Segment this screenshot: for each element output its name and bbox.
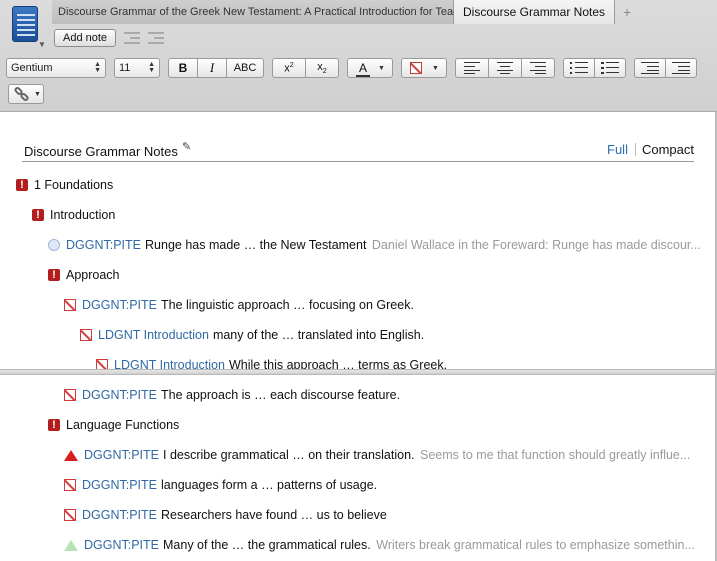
note-preview: Seems to me that function should greatly… <box>420 448 691 462</box>
list-item[interactable]: Approach <box>48 266 120 284</box>
add-note-button[interactable]: Add note <box>54 29 117 47</box>
font-color-icon: A <box>356 61 370 77</box>
note-actions: Add note <box>54 28 165 48</box>
align-right-icon <box>530 62 546 74</box>
list-item[interactable]: LDGNT Introduction many of the … translat… <box>80 326 424 344</box>
reference-link[interactable]: LDGNT Introduction <box>98 328 209 342</box>
align-left-icon <box>464 62 480 74</box>
font-color-button[interactable]: A ▼ <box>347 58 393 78</box>
view-toggle: Full Compact <box>607 142 694 157</box>
chevron-down-icon: ▼ <box>34 90 41 98</box>
no-entry-icon <box>96 359 108 369</box>
exclamation-icon <box>48 416 60 434</box>
list-item[interactable]: DGGNT:PITE I describe grammatical … on th… <box>64 446 690 464</box>
triangle-icon <box>64 540 78 551</box>
numbered-list-button[interactable] <box>594 58 626 78</box>
stepper-icon: ▲ ▼ <box>94 61 101 74</box>
no-entry-icon <box>64 389 76 401</box>
reference-link[interactable]: DGGNT:PITE <box>82 478 157 492</box>
exclamation-icon <box>48 266 60 284</box>
no-entry-icon <box>64 509 76 521</box>
font-size-select[interactable]: 11 ▲ ▼ <box>114 58 160 78</box>
tab-discourse-grammar-book[interactable]: Discourse Grammar of the Greek New Testa… <box>52 0 549 24</box>
note-preview: Daniel Wallace in the Foreward: Runge ha… <box>371 238 701 252</box>
chevron-down-icon: ▼ <box>378 64 385 72</box>
chevron-down-icon: ▼ <box>432 64 439 72</box>
list-item[interactable]: DGGNT:PITE The approach is … each discour… <box>64 386 400 404</box>
document-header: Discourse Grammar Notes ✎ Full Compact <box>22 140 694 162</box>
list-item[interactable]: DGGNT:PITE Runge has made … the New Testa… <box>48 236 701 254</box>
subscript-button[interactable]: x2 <box>305 58 339 78</box>
tab-bar: Discourse Grammar of the Greek New Testa… <box>52 0 717 24</box>
superscript-label: x2 <box>284 61 294 75</box>
align-right-button[interactable] <box>521 58 555 78</box>
exclamation-icon <box>16 176 28 194</box>
reference-link[interactable]: DGGNT:PITE <box>82 508 157 522</box>
reference-link[interactable]: DGGNT:PITE <box>84 538 159 552</box>
view-full-link[interactable]: Full <box>607 142 628 157</box>
no-entry-icon <box>64 479 76 491</box>
list-item[interactable]: DGGNT:PITE Many of the … the grammatical … <box>64 536 695 554</box>
notes-app-icon[interactable]: ▼ <box>8 6 46 49</box>
align-left-button[interactable] <box>455 58 489 78</box>
new-tab-button[interactable]: + <box>615 0 639 24</box>
font-family-value: Gentium <box>11 62 53 74</box>
list-item[interactable]: Introduction <box>32 206 115 224</box>
italic-button[interactable]: I <box>197 58 227 78</box>
edit-pencil-icon[interactable]: ✎ <box>182 140 191 153</box>
decrease-indent-button[interactable] <box>634 58 666 78</box>
insert-link-button[interactable]: ▼ <box>8 84 44 104</box>
bullet-list-icon <box>570 62 588 74</box>
notes-pane-top: Discourse Grammar Notes ✎ Full Compact 1 … <box>0 112 717 369</box>
note-preview: Writers break grammatical rules to empha… <box>376 538 695 552</box>
align-center-icon <box>497 62 513 74</box>
document-title[interactable]: Discourse Grammar Notes <box>24 144 178 159</box>
pane-splitter[interactable] <box>0 369 717 375</box>
subscript-label: x2 <box>317 60 327 76</box>
increase-indent-button[interactable] <box>665 58 697 78</box>
align-center-button[interactable] <box>488 58 522 78</box>
notebook-icon <box>12 6 38 42</box>
no-entry-icon <box>80 329 92 341</box>
no-entry-icon <box>64 299 76 311</box>
bold-button[interactable]: B <box>168 58 198 78</box>
exclamation-icon <box>32 206 44 224</box>
small-caps-button[interactable]: ABC <box>226 58 264 78</box>
font-family-select[interactable]: Gentium ▲ ▼ <box>6 58 106 78</box>
list-item[interactable]: DGGNT:PITE Researchers have found … us to… <box>64 506 387 524</box>
reference-link[interactable]: DGGNT:PITE <box>66 238 141 252</box>
warning-triangle-icon <box>64 450 78 461</box>
font-size-value: 11 <box>119 62 131 74</box>
divider <box>634 143 636 156</box>
notes-document: Discourse Grammar Notes ✎ Full Compact 1 … <box>0 112 717 561</box>
chevron-down-icon: ▼ <box>38 40 46 49</box>
format-toolbar: Gentium ▲ ▼ 11 ▲ ▼ B I ABC x2 x2 A ▼ ▼ <box>6 57 697 79</box>
tab-discourse-grammar-notes[interactable]: Discourse Grammar Notes <box>454 0 616 24</box>
list-item[interactable]: Language Functions <box>48 416 179 434</box>
list-item[interactable]: 1 Foundations <box>16 176 113 194</box>
indent-icon[interactable] <box>148 31 165 45</box>
bullet-list-button[interactable] <box>563 58 595 78</box>
numbered-list-icon <box>601 62 619 74</box>
outdent-icon[interactable] <box>124 31 141 45</box>
increase-indent-icon <box>672 62 690 74</box>
no-color-icon <box>410 62 422 74</box>
circle-icon <box>48 239 60 251</box>
superscript-button[interactable]: x2 <box>272 58 306 78</box>
view-compact-link[interactable]: Compact <box>642 142 694 157</box>
reference-link[interactable]: DGGNT:PITE <box>82 298 157 312</box>
list-item[interactable]: DGGNT:PITE languages form a … patterns of… <box>64 476 377 494</box>
stepper-icon: ▲ ▼ <box>148 61 155 74</box>
reference-link[interactable]: DGGNT:PITE <box>84 448 159 462</box>
list-item[interactable]: DGGNT:PITE The linguistic approach … focu… <box>64 296 414 314</box>
reference-link[interactable]: LDGNT Introduction <box>114 358 225 369</box>
link-row: ▼ <box>8 84 44 104</box>
reference-link[interactable]: DGGNT:PITE <box>82 388 157 402</box>
highlight-color-button[interactable]: ▼ <box>401 58 447 78</box>
list-item[interactable]: LDGNT Introduction While this approach … … <box>96 356 447 369</box>
toolbar-area: ▼ Discourse Grammar of the Greek New Tes… <box>0 0 717 112</box>
link-icon <box>13 85 30 103</box>
decrease-indent-icon <box>641 62 659 74</box>
